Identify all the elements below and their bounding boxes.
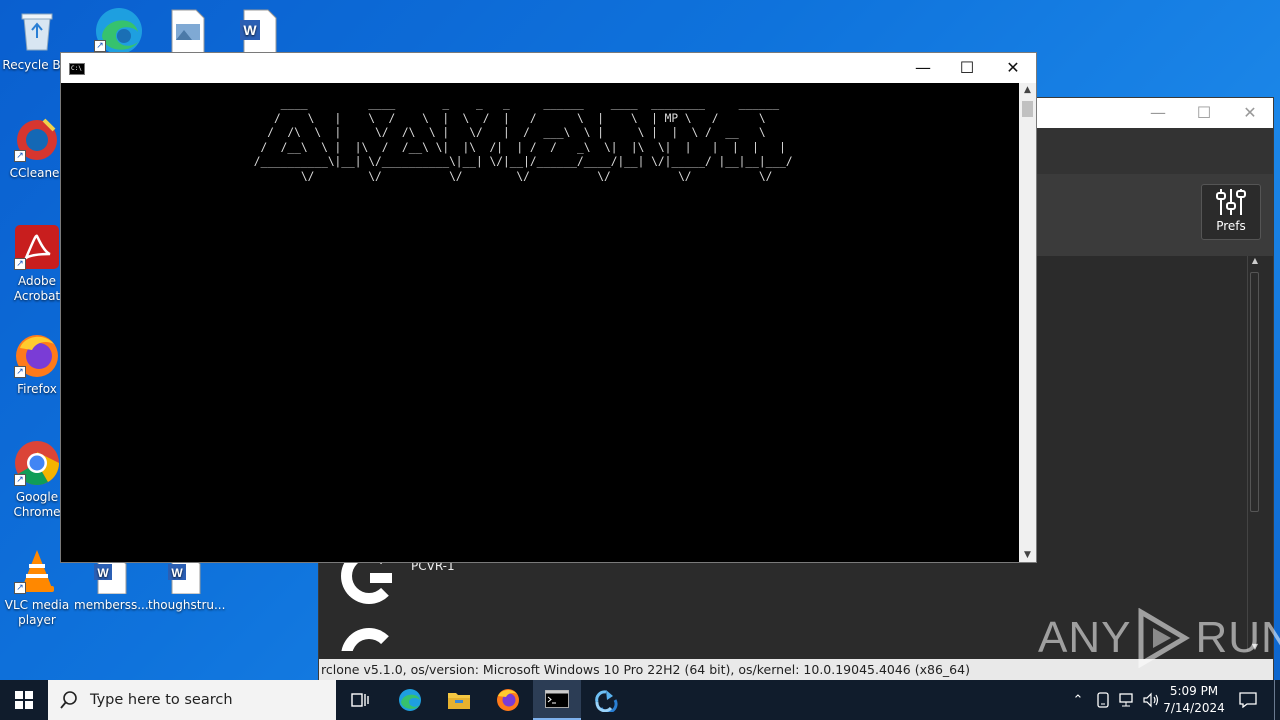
minimize-button[interactable]: — bbox=[1135, 98, 1181, 128]
action-center-button[interactable] bbox=[1236, 680, 1260, 720]
network-icon bbox=[1119, 693, 1133, 707]
desktop-icon-label: memberss... bbox=[74, 598, 149, 612]
shortcut-arrow-icon: ↗ bbox=[14, 474, 26, 486]
minimize-button[interactable]: — bbox=[900, 53, 946, 83]
remote-row[interactable] bbox=[341, 626, 397, 651]
chevron-up-icon: ⌃ bbox=[1072, 692, 1084, 708]
google-drive-icon bbox=[341, 628, 397, 651]
edge-icon: ↗ bbox=[94, 6, 142, 54]
scrollbar-thumb[interactable] bbox=[1250, 272, 1259, 512]
task-view-button[interactable] bbox=[336, 680, 384, 720]
maximize-button[interactable]: ☐ bbox=[944, 53, 990, 83]
word-document-icon: W bbox=[236, 8, 282, 55]
windows-logo-icon bbox=[15, 691, 33, 709]
desktop-icon-members-doc[interactable]: W memberss... bbox=[74, 557, 149, 613]
ccleaner-icon: ↗ bbox=[14, 116, 60, 162]
word-document-icon: W bbox=[162, 557, 208, 595]
anyrun-watermark: ANY RUN bbox=[1038, 608, 1280, 668]
close-button[interactable]: ✕ bbox=[1227, 98, 1273, 128]
taskbar-edge[interactable] bbox=[386, 680, 434, 720]
desktop-icon-edge[interactable]: ↗ bbox=[80, 6, 154, 56]
taskbar-firefox[interactable] bbox=[484, 680, 532, 720]
taskbar-file-explorer[interactable] bbox=[435, 680, 483, 720]
prefs-label: Prefs bbox=[1216, 219, 1246, 233]
taskbar-command-prompt[interactable] bbox=[533, 680, 581, 720]
console-title-bar[interactable]: C:\ — ☐ ✕ bbox=[61, 53, 1036, 83]
scroll-up-arrow[interactable]: ▲ bbox=[1248, 256, 1262, 265]
show-desktop-button[interactable] bbox=[1274, 680, 1275, 720]
cmd-icon bbox=[545, 690, 569, 708]
taskbar: Type here to search ⌃ 5:09 PM 7/14/2024 bbox=[0, 680, 1280, 720]
image-file-icon bbox=[164, 8, 210, 55]
tray-device-icon[interactable] bbox=[1092, 680, 1114, 720]
console-window[interactable]: C:\ — ☐ ✕ ____ ____ _ _ _ ______ ____ __… bbox=[60, 52, 1037, 563]
scroll-down-arrow[interactable]: ▼ bbox=[1019, 550, 1036, 560]
desktop-icon-image-file[interactable] bbox=[150, 8, 224, 58]
taskbar-search-box[interactable]: Type here to search bbox=[48, 680, 336, 720]
folder-icon bbox=[448, 693, 470, 709]
word-document-icon: W bbox=[88, 557, 134, 595]
play-logo-icon bbox=[1138, 608, 1191, 668]
tray-network-icon[interactable] bbox=[1116, 680, 1138, 720]
desktop-icon-word-doc[interactable]: W bbox=[222, 8, 296, 58]
remotes-scrollbar[interactable]: ▲ ▼ bbox=[1247, 256, 1261, 651]
shortcut-arrow-icon: ↗ bbox=[14, 150, 26, 162]
google-chrome-icon: ↗ bbox=[14, 440, 60, 486]
shortcut-arrow-icon: ↗ bbox=[14, 582, 26, 594]
sliders-icon bbox=[1202, 185, 1260, 219]
shortcut-arrow-icon: ↗ bbox=[14, 366, 26, 378]
svg-text:W: W bbox=[243, 22, 257, 38]
recycle-bin-icon bbox=[14, 8, 60, 54]
watermark-right-text: RUN bbox=[1195, 613, 1280, 662]
rclone-icon bbox=[595, 690, 618, 712]
desktop-icon-label: thoughstru... bbox=[148, 598, 226, 612]
desktop-icon-thoughts-doc[interactable]: W thoughstru... bbox=[148, 557, 226, 613]
close-button[interactable]: ✕ bbox=[990, 53, 1036, 83]
maximize-button[interactable]: ☐ bbox=[1181, 98, 1227, 128]
start-button[interactable] bbox=[0, 680, 48, 720]
shortcut-arrow-icon: ↗ bbox=[94, 40, 106, 52]
cmd-icon: C:\ bbox=[69, 63, 85, 75]
shortcut-arrow-icon: ↗ bbox=[14, 258, 26, 270]
watermark-left-text: ANY bbox=[1038, 613, 1132, 662]
adobe-acrobat-icon: ↗ bbox=[14, 224, 60, 270]
edge-icon bbox=[399, 689, 421, 711]
clock-date: 7/14/2024 bbox=[1163, 701, 1225, 715]
search-placeholder: Type here to search bbox=[90, 692, 233, 708]
vlc-icon: ↗ bbox=[14, 548, 60, 594]
scrollbar-thumb[interactable] bbox=[1022, 101, 1033, 117]
search-icon bbox=[60, 691, 77, 709]
prefs-button[interactable]: Prefs bbox=[1201, 184, 1261, 240]
ascii-art-banner: ____ ____ _ _ _ ______ ____ ________ ___… bbox=[253, 97, 793, 183]
device-icon bbox=[1097, 692, 1109, 708]
firefox-icon: ↗ bbox=[14, 332, 60, 378]
console-scrollbar[interactable]: ▲ ▼ bbox=[1019, 83, 1036, 562]
taskbar-rclone-browser[interactable] bbox=[582, 680, 630, 720]
svg-text:W: W bbox=[171, 566, 183, 580]
scroll-up-arrow[interactable]: ▲ bbox=[1019, 85, 1036, 95]
notification-icon bbox=[1239, 692, 1257, 708]
svg-text:W: W bbox=[97, 566, 109, 580]
desktop-icon-label: VLC media player bbox=[4, 598, 70, 627]
firefox-icon bbox=[497, 689, 519, 711]
clock-time: 5:09 PM bbox=[1169, 684, 1219, 698]
task-view-icon bbox=[351, 693, 369, 707]
taskbar-clock[interactable]: 5:09 PM 7/14/2024 bbox=[1158, 683, 1230, 717]
show-hidden-icons-button[interactable]: ⌃ bbox=[1068, 680, 1088, 720]
